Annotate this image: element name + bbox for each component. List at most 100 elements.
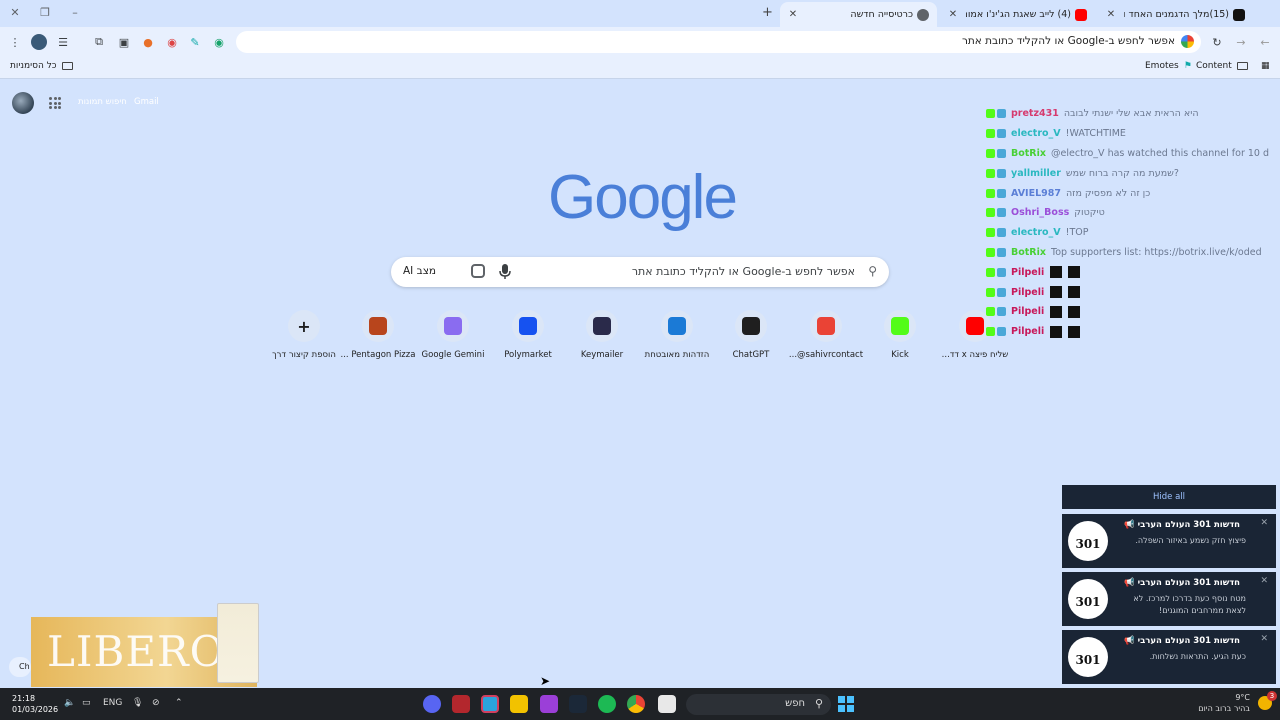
forward-icon[interactable]: → xyxy=(1233,34,1249,50)
chat-username[interactable]: BotRix xyxy=(1011,247,1046,258)
gmail-link[interactable]: Gmail xyxy=(134,97,159,107)
extensions-icon[interactable]: ⧉ xyxy=(91,34,107,50)
windows-start-icon[interactable] xyxy=(838,696,854,712)
notification-card[interactable]: 301 חדשות 301 העולם הערבי 📢 כעת הגיע. התרא… xyxy=(1062,630,1276,684)
chat-text: טיקטוק xyxy=(1074,207,1105,219)
extension-icon[interactable]: ✎ xyxy=(187,34,203,50)
restore-window-icon[interactable]: ❐ xyxy=(38,6,52,20)
reload-icon[interactable]: ↻ xyxy=(1209,34,1225,50)
steam-icon[interactable] xyxy=(569,695,587,713)
images-link[interactable]: חיפוש תמונות xyxy=(78,97,127,107)
shortcut-tile[interactable]: Google Gemini xyxy=(415,310,491,360)
taskbar-search[interactable]: חפש ⚲ xyxy=(686,694,831,715)
mute-icon[interactable]: ⊘ xyxy=(152,698,160,708)
microphone-icon[interactable]: 🎙 xyxy=(132,698,143,708)
address-bar[interactable]: אפשר לחפש ב-Google או להקליד כתובת אתר xyxy=(236,31,1201,53)
tab-youtube-live[interactable]: ✕ (4) לייב שאגת הג'ינ'ו אמונג אס xyxy=(940,2,1095,27)
new-tab-button[interactable]: + xyxy=(762,5,773,20)
chat-username[interactable]: BotRix xyxy=(1011,148,1046,159)
grammarly-icon[interactable]: ◉ xyxy=(211,34,227,50)
telegram-icon[interactable] xyxy=(481,695,499,713)
google-apps-icon[interactable] xyxy=(49,97,61,109)
tab-tiktok[interactable]: ✕ (15)מלך הדגמנים האחד והיחיד xyxy=(1098,2,1253,27)
news-301-logo: 301 xyxy=(1068,637,1108,677)
chat-username[interactable]: AVIEL987 xyxy=(1011,188,1061,199)
back-icon[interactable]: ← xyxy=(1257,34,1273,50)
chevron-up-icon[interactable]: ⌃ xyxy=(175,698,183,708)
google-lens-icon[interactable] xyxy=(471,264,485,278)
extension-icon[interactable]: ▣ xyxy=(116,34,132,50)
shortcut-tile[interactable]: + הוספת קיצור דרך xyxy=(266,310,342,360)
weather-widget[interactable]: 9°C בהיר ברוב היום xyxy=(1198,692,1250,714)
search-box[interactable]: ⚲ אפשר לחפש ב-Google או להקליד כתובת אתר… xyxy=(391,257,889,287)
folder-icon xyxy=(1236,62,1248,70)
tiktok-icon xyxy=(1233,8,1245,21)
hide-all-button[interactable]: Hide all xyxy=(1062,485,1276,509)
app-icon[interactable] xyxy=(452,695,470,713)
profile-avatar[interactable] xyxy=(31,34,47,50)
spotify-icon[interactable] xyxy=(598,695,616,713)
sub-badge-icon xyxy=(997,208,1006,218)
extension-icon[interactable]: ◉ xyxy=(164,34,180,50)
bookmark-content[interactable]: Content xyxy=(1196,61,1248,71)
kick-badge-icon xyxy=(986,267,995,277)
chat-username[interactable]: Pilpeli xyxy=(1011,326,1044,337)
chat-message: Oshri_Boss טיקטוק xyxy=(986,203,1280,223)
shortcut-tile[interactable]: sahivrcontact@... xyxy=(788,310,864,360)
shortcut-tile[interactable]: Kick xyxy=(862,310,938,360)
volume-icon[interactable]: 🔈 xyxy=(64,698,75,708)
notification-card[interactable]: 301 חדשות 301 העולם הערבי 📢 מטח נוסף כעת ב… xyxy=(1062,572,1276,626)
app-icon[interactable] xyxy=(540,695,558,713)
close-icon[interactable]: ✕ xyxy=(786,9,800,20)
discord-icon[interactable] xyxy=(423,695,441,713)
extension-icon[interactable]: ● xyxy=(140,34,156,50)
clock[interactable]: 21:18 01/03/2026 xyxy=(12,693,58,715)
apps-grid-icon[interactable]: ▦ xyxy=(1261,61,1270,71)
shortcut-label: הוספת קיצור דרך xyxy=(272,350,336,360)
shortcut-tile[interactable]: הזדהות מאובטחת xyxy=(639,310,715,360)
chat-overlay: pretz431 היא הראית אבא שלי ישנתי לבובה ele… xyxy=(986,104,1280,342)
chat-username[interactable]: Pilpeli xyxy=(1011,287,1044,298)
chat-username[interactable]: electro_V xyxy=(1011,227,1061,238)
google-icon xyxy=(1181,35,1194,48)
notification-stack: Hide all 301 חדשות 301 העולם הערבי 📢 פיצוץ… xyxy=(1062,485,1276,688)
chat-username[interactable]: electro_V xyxy=(1011,128,1061,139)
chat-username[interactable]: Pilpeli xyxy=(1011,267,1044,278)
perfume-bottle-image xyxy=(217,603,259,683)
kick-badge-icon xyxy=(986,188,995,198)
chat-username[interactable]: pretz431 xyxy=(1011,108,1059,119)
chat-username[interactable]: yallmiller xyxy=(1011,168,1061,179)
shortcut-tile[interactable]: Polymarket xyxy=(490,310,566,360)
bookmark-emotes[interactable]: Emotes ⚑ xyxy=(1145,61,1192,71)
notification-card[interactable]: 301 חדשות 301 העולם הערבי 📢 פיצוץ חזק נשמע… xyxy=(1062,514,1276,568)
menu-icon[interactable]: ⋮ xyxy=(7,34,23,50)
file-explorer-icon[interactable] xyxy=(658,695,676,713)
app-icon[interactable] xyxy=(510,695,528,713)
ad-banner[interactable]: LIBERO xyxy=(31,603,259,687)
network-icon[interactable]: ▭ xyxy=(82,698,91,708)
shortcut-tile[interactable]: Pentagon Pizza ... xyxy=(340,310,416,360)
close-icon[interactable]: ✕ xyxy=(1260,576,1268,586)
all-bookmarks-button[interactable]: כל הסימניות xyxy=(10,61,73,71)
tab-title: (15)מלך הדגמנים האחד והיחיד xyxy=(1124,9,1229,20)
close-window-icon[interactable]: ✕ xyxy=(8,6,22,20)
chrome-icon[interactable] xyxy=(627,695,645,713)
close-icon[interactable]: ✕ xyxy=(1260,518,1268,528)
microphone-icon[interactable] xyxy=(498,263,512,281)
ai-mode-button[interactable]: מצב AI xyxy=(403,265,436,277)
reading-list-icon[interactable]: ☰ xyxy=(55,34,71,50)
close-icon[interactable]: ✕ xyxy=(946,9,960,20)
chat-username[interactable]: Oshri_Boss xyxy=(1011,207,1069,218)
chat-chip[interactable]: Ch xyxy=(9,657,31,677)
close-icon[interactable]: ✕ xyxy=(1104,9,1118,20)
notification-body: מטח נוסף כעת בדרכו למרכז. לא לצאת ממרחבי… xyxy=(1133,594,1246,615)
tab-new-tab[interactable]: ✕ כרטיסייה חדשה xyxy=(780,2,937,27)
language-indicator[interactable]: ENG xyxy=(103,698,122,708)
chat-username[interactable]: Pilpeli xyxy=(1011,306,1044,317)
shortcut-tile[interactable]: Keymailer xyxy=(564,310,640,360)
chat-message: BotRix @electro_V has watched this channe… xyxy=(986,144,1280,164)
minimize-window-icon[interactable]: – xyxy=(68,6,82,20)
shortcut-tile[interactable]: ChatGPT xyxy=(713,310,789,360)
avatar[interactable] xyxy=(12,92,34,114)
close-icon[interactable]: ✕ xyxy=(1260,634,1268,644)
